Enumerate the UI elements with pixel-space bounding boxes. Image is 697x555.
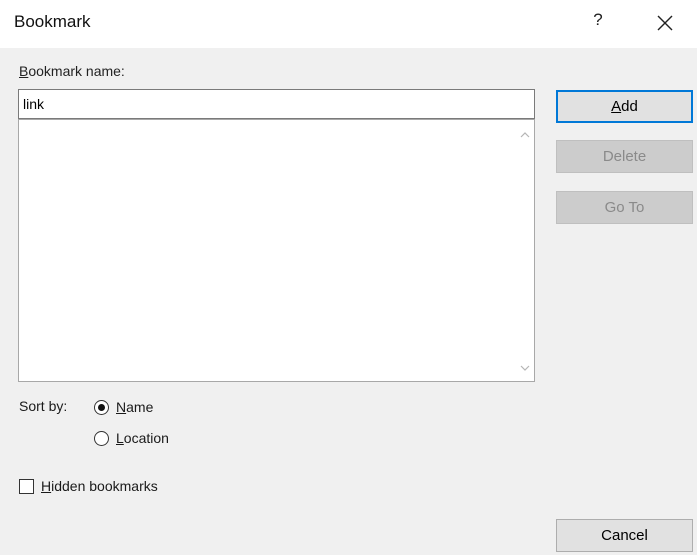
- hidden-bookmarks-label: Hidden bookmarks: [41, 478, 158, 494]
- sort-name-radio[interactable]: Name: [94, 397, 153, 417]
- close-button[interactable]: [652, 10, 678, 36]
- sort-location-label: Location: [116, 430, 169, 446]
- cancel-button[interactable]: Cancel: [556, 519, 693, 552]
- title-bar: Bookmark ?: [0, 0, 697, 48]
- sort-location-radio[interactable]: Location: [94, 428, 169, 448]
- dialog-title: Bookmark: [14, 12, 91, 31]
- list-scrollbar[interactable]: [516, 120, 534, 381]
- sort-name-label: Name: [116, 399, 154, 415]
- radio-button[interactable]: [94, 430, 109, 446]
- close-icon: [657, 15, 673, 31]
- chevron-down-icon[interactable]: [518, 361, 532, 375]
- sort-by-label: Sort by:: [19, 398, 68, 414]
- chevron-up-icon[interactable]: [518, 128, 532, 142]
- bookmark-name-input[interactable]: [18, 89, 535, 119]
- help-button[interactable]: ?: [588, 10, 608, 34]
- bookmark-list[interactable]: [18, 119, 535, 382]
- bookmark-name-label: Bookmark name:: [19, 63, 125, 79]
- goto-button[interactable]: Go To: [556, 191, 693, 224]
- hidden-bookmarks-checkbox[interactable]: [19, 478, 34, 494]
- add-button[interactable]: Add: [556, 90, 693, 123]
- delete-button[interactable]: Delete: [556, 140, 693, 173]
- hidden-bookmarks-checkbox-row[interactable]: Hidden bookmarks: [19, 476, 158, 496]
- radio-button-checked[interactable]: [94, 399, 109, 415]
